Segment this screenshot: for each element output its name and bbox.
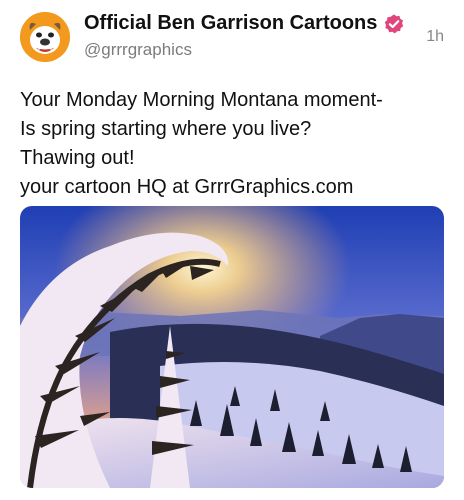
mountain-photo bbox=[20, 206, 444, 488]
author-name-text: Official Ben Garrison Cartoons bbox=[84, 12, 378, 34]
post-time[interactable]: 1h bbox=[426, 28, 444, 46]
post-card: Official Ben Garrison Cartoons @grrrgrap… bbox=[0, 0, 464, 500]
author-name[interactable]: Official Ben Garrison Cartoons bbox=[84, 12, 405, 35]
post-line: Thawing out! bbox=[20, 147, 135, 169]
post-line-link[interactable]: your cartoon HQ at GrrrGraphics.com bbox=[20, 173, 450, 202]
post-body: Your Monday Morning Montana moment- Is s… bbox=[20, 86, 450, 202]
post-line: Is spring starting where you live? bbox=[20, 118, 312, 140]
avatar[interactable] bbox=[20, 12, 70, 62]
post-line: Your Monday Morning Montana moment- bbox=[20, 89, 383, 111]
post-image[interactable] bbox=[20, 206, 444, 488]
bulldog-avatar-icon bbox=[20, 12, 70, 62]
author-handle[interactable]: @grrrgraphics bbox=[84, 40, 192, 60]
verified-badge-icon bbox=[385, 13, 404, 33]
